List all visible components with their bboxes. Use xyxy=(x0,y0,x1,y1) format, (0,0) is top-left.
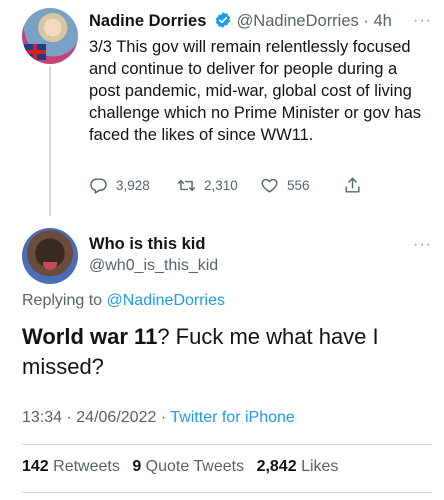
tweet-text: 3/3 This gov will remain relentlessly fo… xyxy=(89,38,421,144)
union-flag-icon xyxy=(24,44,46,60)
author-name[interactable]: Nadine Dorries xyxy=(89,12,206,30)
author-handle[interactable]: @wh0_is_this_kid xyxy=(89,257,218,275)
tweet-source-link[interactable]: Twitter for iPhone xyxy=(170,409,295,426)
avatar[interactable] xyxy=(22,228,78,284)
replying-mention-link[interactable]: @NadineDorries xyxy=(107,292,226,309)
retweet-count: 142 xyxy=(22,458,49,475)
quote-label: Quote Tweets xyxy=(145,458,245,475)
retweets-stat[interactable]: 142 Retweets xyxy=(22,458,120,475)
quote-count: 9 xyxy=(132,458,142,475)
avatar-face-detail xyxy=(43,262,57,270)
retweet-label: Retweets xyxy=(53,458,120,475)
reply-count: 3,928 xyxy=(116,178,150,193)
tweet-meta: 13:34 · 24/06/2022 · Twitter for iPhone xyxy=(22,409,295,427)
engagement-stats: 142 Retweets 9 Quote Tweets 2,842 Likes xyxy=(22,458,338,476)
tweet-time[interactable]: 4h xyxy=(373,12,391,30)
author-handle[interactable]: @NadineDorries xyxy=(237,12,359,30)
quote-tweets-stat[interactable]: 9 Quote Tweets xyxy=(132,458,244,475)
tweet-actions: 3,928 2,310 556 xyxy=(89,176,379,198)
like-count: 556 xyxy=(287,178,310,193)
retweet-count: 2,310 xyxy=(204,178,238,193)
thread-connector-line xyxy=(49,66,51,216)
original-tweet[interactable]: Nadine Dorries @NadineDorries · 4h ··· 3… xyxy=(0,0,444,216)
tweet-text-bold: World war 11 xyxy=(22,324,158,349)
divider xyxy=(22,492,432,493)
like-button[interactable]: 556 xyxy=(260,176,310,195)
more-options-icon[interactable]: ··· xyxy=(413,12,432,30)
separator-dot: · xyxy=(160,409,167,426)
like-label: Likes xyxy=(301,458,339,475)
author-name[interactable]: Who is this kid xyxy=(89,235,205,253)
separator-dot: · xyxy=(66,409,72,426)
reply-tweet[interactable]: Who is this kid ··· @wh0_is_this_kid Rep… xyxy=(0,222,444,500)
replying-to: Replying to @NadineDorries xyxy=(22,292,225,310)
tweet-text: World war 11? Fuck me what have I missed… xyxy=(22,322,432,382)
avatar[interactable] xyxy=(22,8,78,64)
tweet-header: Nadine Dorries @NadineDorries · 4h xyxy=(89,10,439,35)
tweet-date[interactable]: 24/06/2022 xyxy=(76,409,156,426)
heart-icon xyxy=(261,178,278,193)
more-options-icon[interactable]: ··· xyxy=(413,236,432,254)
tweet-time[interactable]: 13:34 xyxy=(22,409,62,426)
tweet-header: Who is this kid xyxy=(89,233,205,255)
share-icon xyxy=(345,177,360,193)
retweet-icon xyxy=(177,180,196,191)
reply-button[interactable]: 3,928 xyxy=(89,176,150,195)
retweet-button[interactable]: 2,310 xyxy=(177,176,238,195)
like-count: 2,842 xyxy=(256,458,297,475)
reply-icon xyxy=(90,178,107,194)
divider xyxy=(22,444,432,445)
verified-badge-icon xyxy=(214,11,232,35)
likes-stat[interactable]: 2,842 Likes xyxy=(257,458,339,475)
separator-dot: · xyxy=(363,12,369,30)
share-button[interactable] xyxy=(343,176,370,195)
replying-prefix: Replying to xyxy=(22,292,103,309)
